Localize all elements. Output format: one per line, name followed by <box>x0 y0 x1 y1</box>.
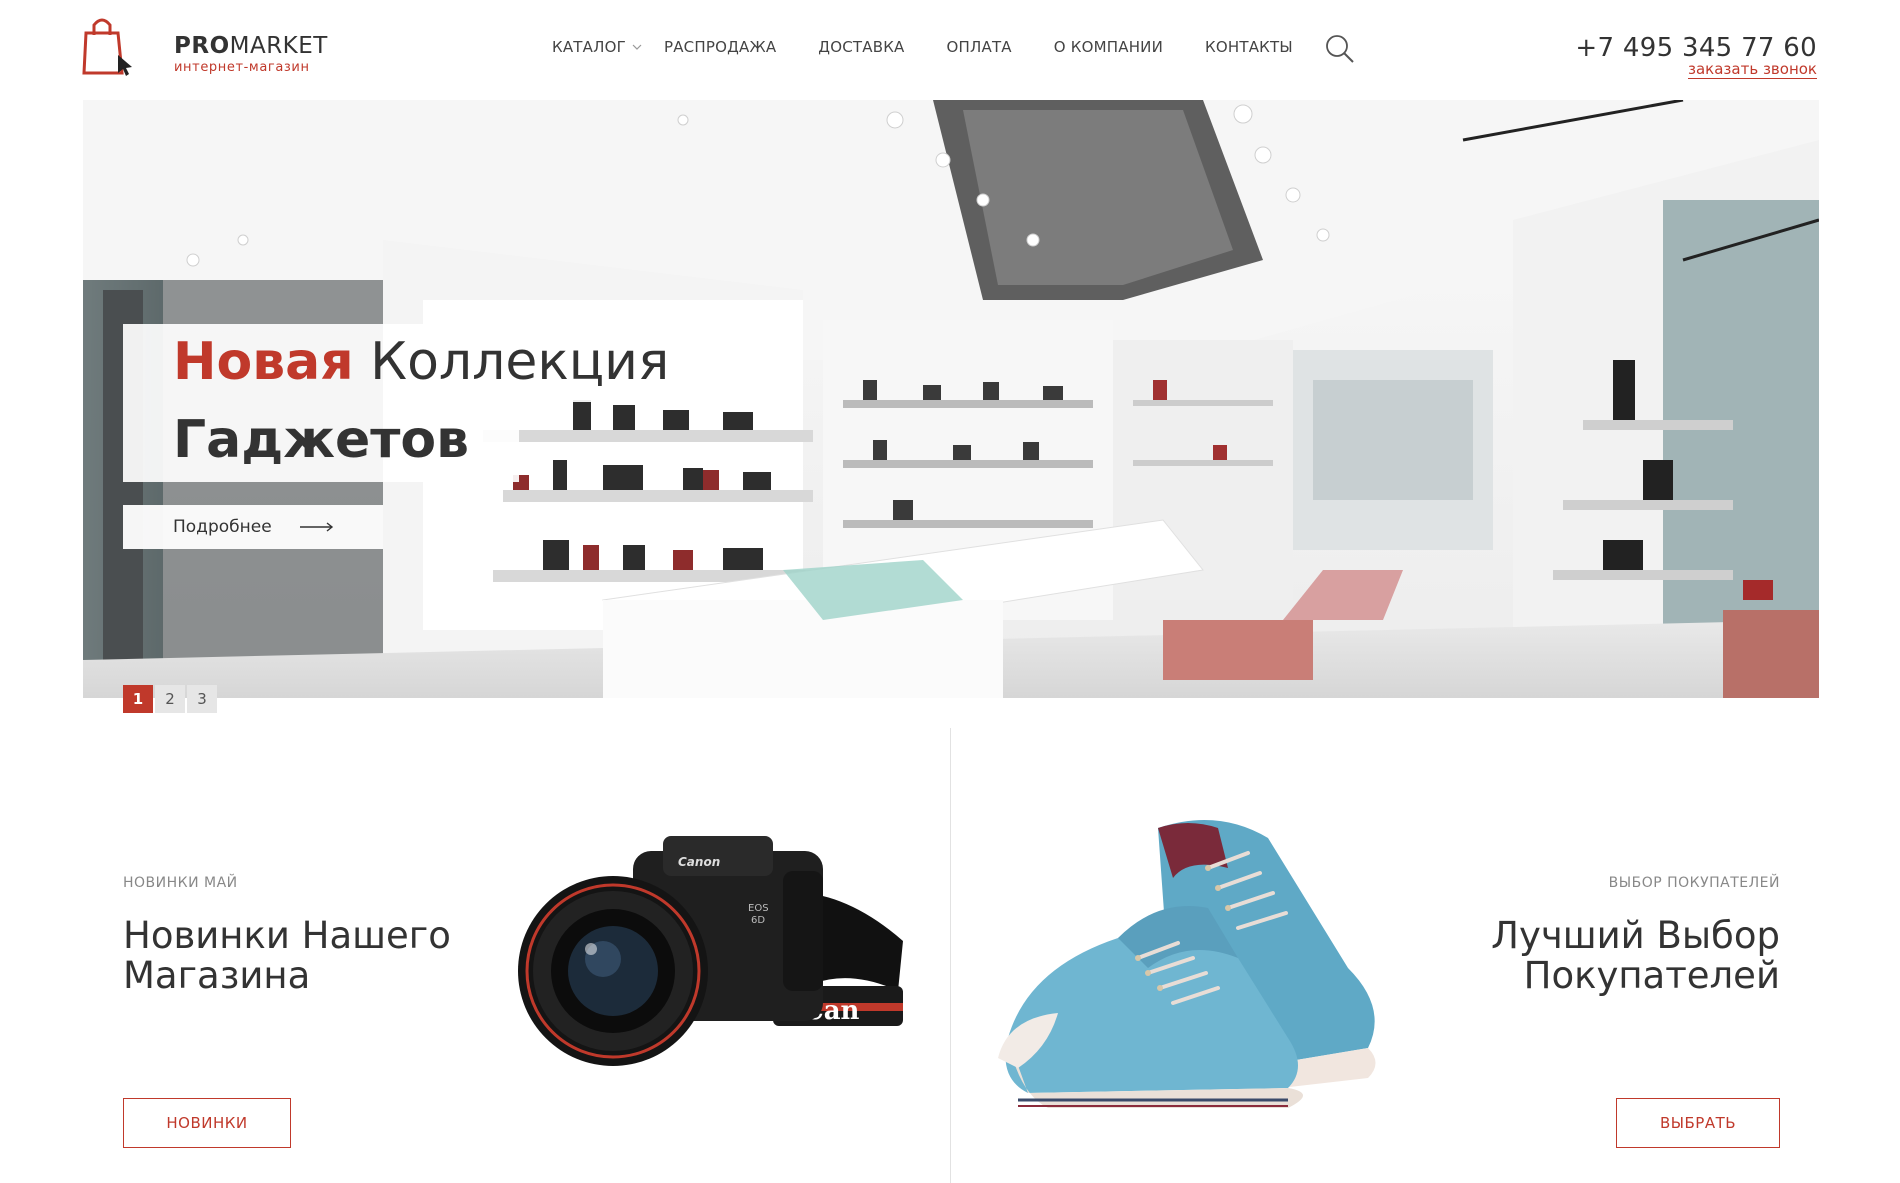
brand-tagline: интернет-магазин <box>174 60 310 75</box>
chevron-down-icon <box>632 44 642 50</box>
hero-title-rest: Коллекция <box>370 332 670 392</box>
sneakers-image <box>998 820 1376 1108</box>
slide-dot-1[interactable]: 1 <box>123 685 153 713</box>
hero-title-line-2: Гаджетов <box>123 402 520 482</box>
callback-link[interactable]: заказать звонок <box>1688 60 1817 79</box>
nav-item-about[interactable]: О КОМПАНИИ <box>1054 38 1163 56</box>
promo-title: Лучший Выбор Покупателей <box>1420 916 1780 996</box>
new-arrivals-button[interactable]: НОВИНКИ <box>123 1098 291 1148</box>
hero-title-accent: Новая <box>173 332 354 392</box>
promo-customer-choice: ВЫБОР ПОКУПАТЕЛЕЙ Лучший Выбор Покупател… <box>958 728 1780 1183</box>
nav-item-delivery[interactable]: ДОСТАВКА <box>818 38 904 56</box>
search-icon[interactable] <box>1325 34 1355 64</box>
promo-title-line-2: Магазина <box>123 953 311 997</box>
nav-item-contacts[interactable]: КОНТАКТЫ <box>1205 38 1293 56</box>
slide-dot-2[interactable]: 2 <box>155 685 185 713</box>
brand-light: MARKET <box>229 33 328 59</box>
hero-slider: Новая Коллекция Гаджетов Подробнее <box>83 100 1819 698</box>
nav-item-payment[interactable]: ОПЛАТА <box>947 38 1012 56</box>
promo-title: Новинки Нашего Магазина <box>123 916 483 996</box>
brand-bold: PRO <box>174 33 230 59</box>
choose-button[interactable]: ВЫБРАТЬ <box>1616 1098 1780 1148</box>
promo-title-line-1: Лучший Выбор <box>1491 914 1780 957</box>
hero-more-label: Подробнее <box>173 517 272 537</box>
nav-item-catalog[interactable]: КАТАЛОГ <box>552 38 642 56</box>
camera-image: Can Canon EOS 6D <box>518 836 903 1066</box>
svg-text:EOS: EOS <box>748 903 769 914</box>
promo-title-line-1: Новинки Нашего <box>123 914 451 957</box>
svg-text:6D: 6D <box>751 915 765 926</box>
nav-item-sale[interactable]: РАСПРОДАЖА <box>664 38 776 56</box>
hero-title-line-1: Новая Коллекция <box>123 324 720 402</box>
promo-divider <box>950 728 951 1183</box>
main-nav: КАТАЛОГ РАСПРОДАЖА ДОСТАВКА ОПЛАТА О КОМ… <box>552 38 1293 56</box>
svg-text:Canon: Canon <box>678 855 720 869</box>
site-header: PROMARKET интернет-магазин КАТАЛОГ РАСПР… <box>0 0 1900 100</box>
slide-dot-3[interactable]: 3 <box>187 685 217 713</box>
shopping-bag-icon <box>82 18 132 76</box>
slider-pagination: 1 2 3 <box>123 685 219 713</box>
nav-label: КАТАЛОГ <box>552 38 626 56</box>
promo-title-line-2: Покупателей <box>1523 953 1780 997</box>
promo-new-arrivals: НОВИНКИ МАЙ Новинки Нашего Магазина Can … <box>123 728 943 1183</box>
brand-name: PROMARKET <box>174 35 328 58</box>
hero-more-button[interactable]: Подробнее <box>123 505 383 549</box>
phone-number[interactable]: +7 495 345 77 60 <box>1575 33 1817 63</box>
promo-kicker: ВЫБОР ПОКУПАТЕЛЕЙ <box>1608 875 1780 891</box>
hero-title: Новая Коллекция Гаджетов <box>123 324 720 482</box>
logo[interactable]: PROMARKET интернет-магазин <box>82 15 342 80</box>
arrow-right-icon <box>299 522 333 532</box>
promo-kicker: НОВИНКИ МАЙ <box>123 875 238 891</box>
